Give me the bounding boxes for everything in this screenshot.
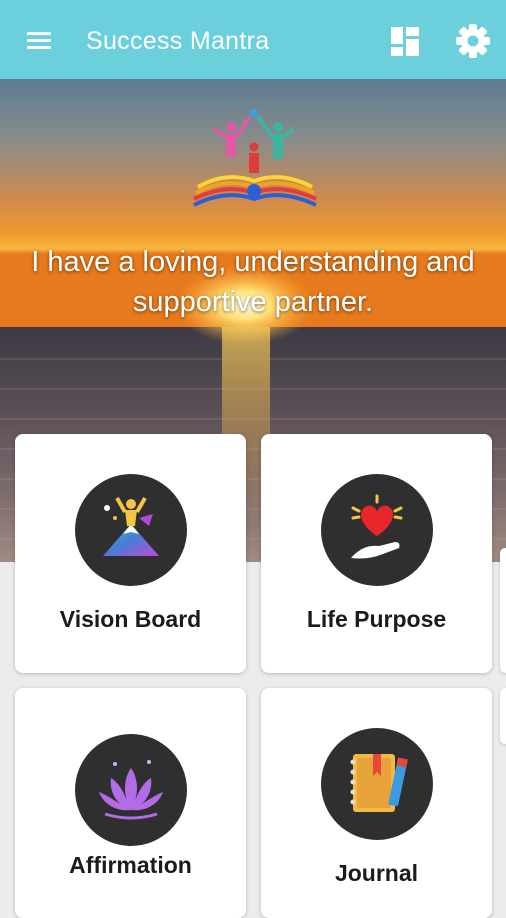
card-label: Journal <box>334 860 419 886</box>
card-life-purpose[interactable]: Life Purpose <box>261 434 492 673</box>
heart-hand-icon <box>320 474 433 586</box>
card-vision-board[interactable]: Vision Board <box>15 434 246 673</box>
menu-icon[interactable] <box>20 22 58 60</box>
offscreen-card-edge <box>500 548 506 673</box>
app-title: Success Mantra <box>86 27 270 55</box>
card-label: Vision Board <box>59 606 202 632</box>
lotus-icon <box>74 734 187 846</box>
card-affirmation[interactable]: Affirmation <box>15 688 246 918</box>
gear-icon[interactable] <box>452 20 494 62</box>
card-journal[interactable]: Journal <box>261 688 492 918</box>
family-book-logo <box>193 109 317 207</box>
affirmation-quote: I have a loving, understanding and suppo… <box>31 246 475 318</box>
card-label: Life Purpose <box>306 606 447 632</box>
notebook-pencil-icon <box>320 728 433 840</box>
app-bar: Success Mantra <box>0 0 506 79</box>
dashboard-icon[interactable] <box>386 22 426 60</box>
mountain-summit-icon <box>74 474 187 586</box>
card-label: Affirmation <box>69 852 192 878</box>
offscreen-card-edge <box>500 688 506 744</box>
